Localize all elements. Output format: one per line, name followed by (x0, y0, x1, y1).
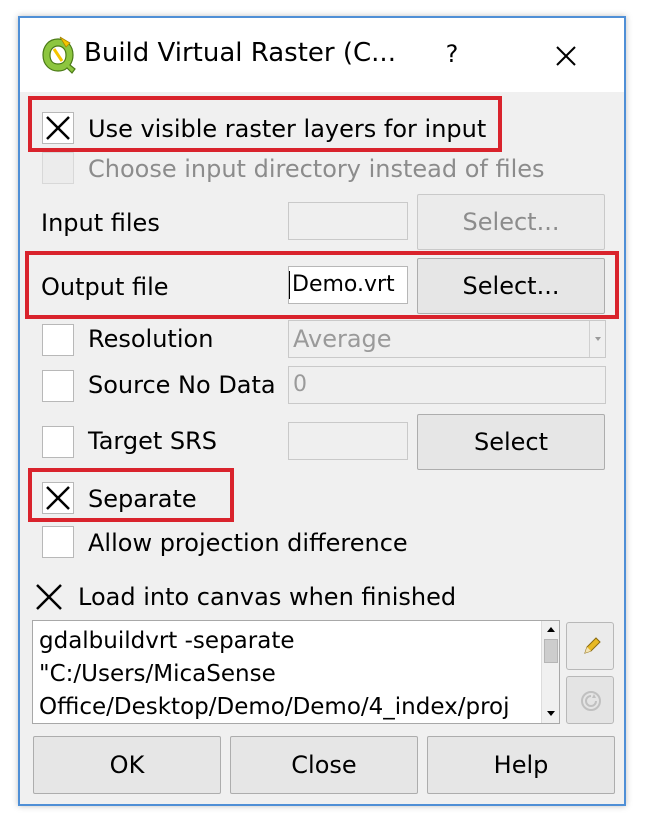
target-srs-label: Target SRS (88, 427, 218, 455)
text-cursor (289, 271, 290, 299)
input-files-field[interactable] (288, 202, 408, 240)
checkmark-x-icon (36, 584, 62, 610)
output-file-label: Output file (41, 273, 169, 301)
command-line-2: "C:/Users/MicaSense (39, 661, 276, 687)
separate-checkbox[interactable] (42, 482, 74, 514)
target-srs-select-button[interactable]: Select (417, 414, 605, 470)
separate-label: Separate (88, 485, 197, 513)
allow-projection-label: Allow projection difference (88, 529, 408, 557)
command-text: gdalbuildvrt -separate "C:/Users/MicaSen… (39, 625, 539, 723)
choose-directory-label: Choose input directory instead of files (88, 155, 545, 183)
load-canvas-label: Load into canvas when finished (78, 583, 457, 611)
resolution-label: Resolution (88, 325, 214, 353)
output-file-select-button[interactable]: Select... (417, 258, 605, 314)
command-line-1: gdalbuildvrt -separate (39, 628, 295, 654)
scroll-down-icon[interactable] (543, 705, 559, 721)
use-visible-layers-checkbox[interactable] (42, 112, 74, 144)
qgis-icon (42, 36, 76, 74)
input-files-label: Input files (41, 209, 160, 237)
target-srs-checkbox[interactable] (42, 426, 74, 458)
output-file-field[interactable]: Demo.vrt (288, 266, 408, 304)
resolution-dropdown[interactable]: Average (288, 320, 606, 358)
reset-command-button[interactable] (566, 676, 614, 724)
command-line-3: Office/Desktop/Demo/Demo/4_index/proj (39, 694, 510, 720)
use-visible-layers-label: Use visible raster layers for input (88, 115, 487, 143)
chevron-down-icon (589, 321, 605, 357)
build-virtual-raster-dialog: Build Virtual Raster (C... ? Use visible… (18, 16, 626, 806)
source-nodata-label: Source No Data (88, 371, 276, 399)
reset-icon (581, 691, 601, 711)
scroll-up-icon[interactable] (543, 622, 559, 638)
command-scrollbar[interactable] (541, 621, 559, 723)
resolution-checkbox[interactable] (42, 324, 74, 356)
ok-button[interactable]: OK (33, 736, 221, 794)
pencil-icon (584, 637, 601, 654)
edit-command-button[interactable] (566, 622, 614, 670)
allow-projection-checkbox[interactable] (42, 526, 74, 558)
checkmark-x-icon (46, 486, 70, 510)
load-canvas-checkbox[interactable] (32, 580, 64, 612)
source-nodata-checkbox[interactable] (42, 370, 74, 402)
input-files-select-button[interactable]: Select... (417, 194, 605, 250)
resolution-selected: Average (293, 325, 392, 353)
checkmark-x-icon (46, 116, 70, 140)
window-title: Build Virtual Raster (C... (84, 38, 396, 68)
target-srs-field[interactable] (288, 422, 408, 460)
command-textarea[interactable]: gdalbuildvrt -separate "C:/Users/MicaSen… (32, 620, 560, 724)
title-help-button[interactable]: ? (432, 32, 472, 76)
close-button[interactable]: Close (230, 736, 418, 794)
scroll-thumb[interactable] (544, 639, 558, 663)
close-icon[interactable] (546, 36, 586, 76)
choose-directory-checkbox[interactable] (42, 152, 74, 184)
title-bar: Build Virtual Raster (C... ? (20, 18, 624, 92)
output-file-value: Demo.vrt (292, 272, 395, 297)
source-nodata-field[interactable]: 0 (288, 366, 606, 404)
help-button[interactable]: Help (427, 736, 615, 794)
